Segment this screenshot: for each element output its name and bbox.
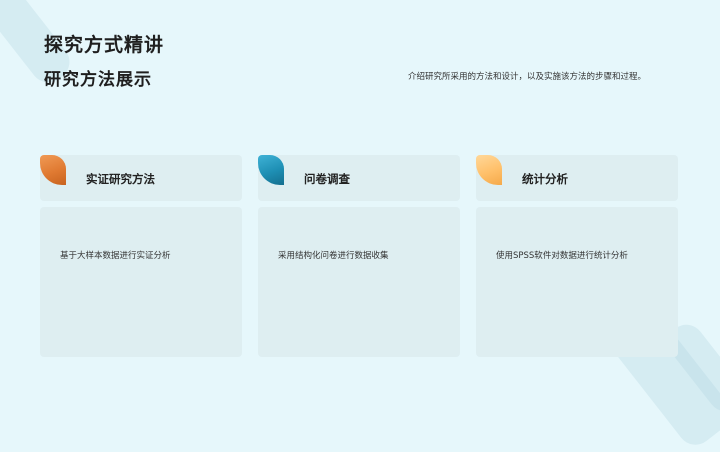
card-header-statistics: 统计分析 [476,155,678,201]
card-body-statistics: 使用SPSS软件对数据进行统计分析 [476,207,678,357]
card-header-empirical: 实证研究方法 [40,155,242,201]
page-title: 探究方式精讲 [44,34,165,56]
page-description: 介绍研究所采用的方法和设计，以及实施该方法的步骤和过程。 [408,72,647,82]
card-text: 使用SPSS软件对数据进行统计分析 [496,251,628,261]
leaf-icon [476,155,502,185]
card-label: 实证研究方法 [86,172,155,186]
card-label: 统计分析 [522,172,568,186]
leaf-icon [258,155,284,185]
card-label: 问卷调查 [304,172,350,186]
page-subtitle: 研究方法展示 [44,70,152,90]
leaf-icon [40,155,66,185]
card-header-questionnaire: 问卷调查 [258,155,460,201]
card-body-questionnaire: 采用结构化问卷进行数据收集 [258,207,460,357]
card-body-empirical: 基于大样本数据进行实证分析 [40,207,242,357]
card-text: 采用结构化问卷进行数据收集 [278,251,389,261]
card-text: 基于大样本数据进行实证分析 [60,251,171,261]
